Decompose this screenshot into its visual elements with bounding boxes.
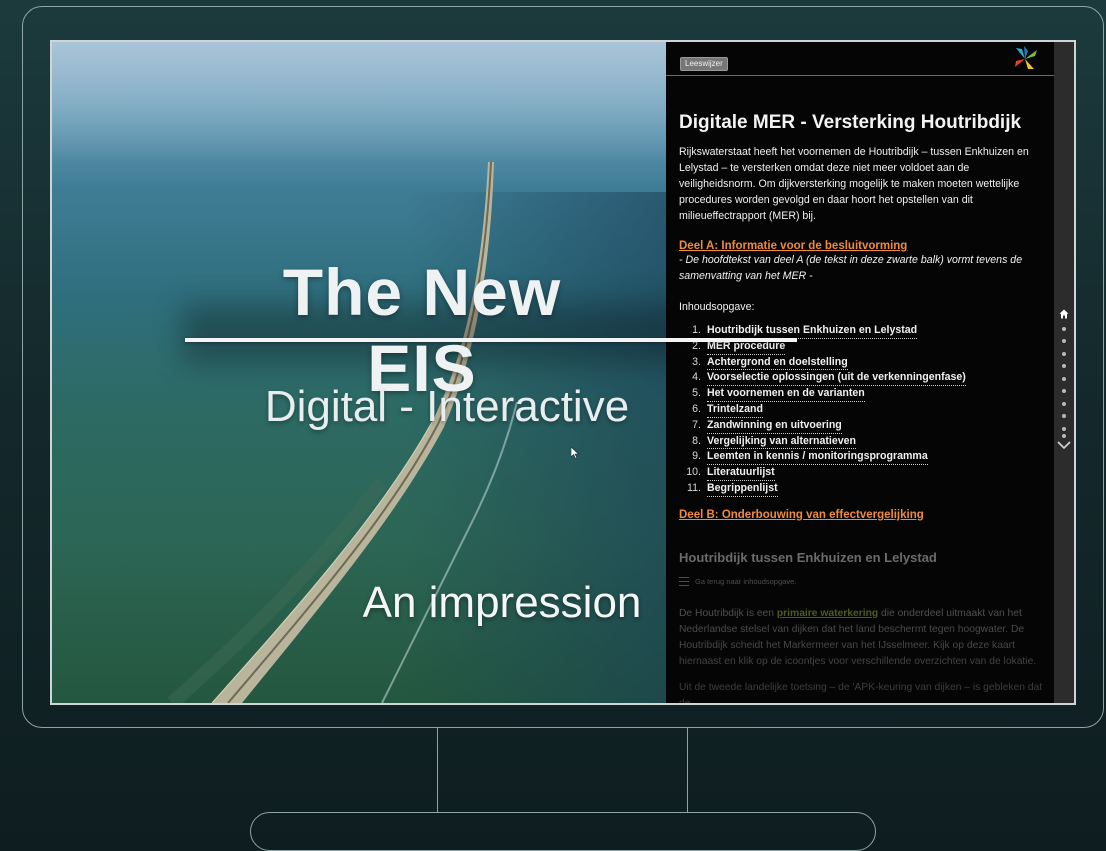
toc-link[interactable]: Begrippenlijst [707, 481, 778, 497]
toc-number: 8. [692, 434, 701, 447]
toc-link[interactable]: Trintelzand [707, 402, 763, 418]
content-panel: Leeswijzer Digitale MER - Versterking Ho… [666, 42, 1054, 703]
part-a-link[interactable]: Deel A: Informatie voor de besluitvormin… [679, 240, 1045, 252]
toc-item[interactable]: 3. Achtergrond en doelstelling [679, 355, 1045, 371]
nav-dot[interactable] [1062, 427, 1066, 431]
toc-number: 9. [692, 450, 701, 463]
toc-number: 10. [686, 466, 701, 479]
chevron-down-icon[interactable] [1057, 440, 1071, 450]
toc-item[interactable]: 9. Leemten in kennis / monitoringsprogram… [679, 449, 1045, 466]
toc-link[interactable]: Houtribdijk tussen Enkhuizen en Lelystad [707, 323, 918, 339]
toc-link[interactable]: Vergelijking van alternatieven [707, 434, 856, 450]
back-to-toc-label[interactable]: Ga terug naar inhoudsopgave. [695, 577, 796, 586]
toc-item[interactable]: 4. Voorselectie oplossingen (uit de verke… [679, 370, 1045, 387]
mouse-cursor-icon [571, 447, 579, 459]
toc-item[interactable]: 8. Vergelijking van alternatieven [679, 434, 1045, 450]
nav-dot[interactable] [1062, 377, 1066, 381]
toc-link[interactable]: Zandwinning en uitvoering [707, 418, 842, 434]
panel-content: Digitale MER - Versterking Houtribdijk R… [679, 112, 1045, 521]
nav-dot[interactable] [1062, 364, 1066, 368]
paragraph-text: De Houtribdijk is een [679, 608, 777, 619]
video-caption: An impression [362, 578, 642, 627]
toc-number: 4. [692, 371, 701, 384]
part-a-note: - De hoofdtekst van deel A (de tekst in … [679, 254, 1023, 282]
monitor-stand-base [250, 812, 876, 851]
table-of-contents: 1. Houtribdijk tussen Enkhuizen en Lelyst… [679, 323, 1045, 497]
section-heading: Houtribdijk tussen Enkhuizen en Lelystad [679, 550, 937, 565]
section-paragraph: De Houtribdijk is een primaire waterkeri… [679, 606, 1047, 670]
toc-link[interactable]: Achtergrond en doelstelling [707, 355, 848, 371]
back-to-toc-link[interactable]: Ga terug naar inhoudsopgave. [679, 577, 1047, 586]
leeswijzer-button[interactable]: Leeswijzer [680, 57, 728, 71]
nav-dot[interactable] [1062, 434, 1066, 438]
toc-link[interactable]: Voorselectie oplossingen (uit de verkenn… [707, 370, 966, 387]
toc-number: 5. [692, 387, 701, 400]
toc-number: 1. [692, 324, 701, 336]
toc-number: 11. [687, 481, 701, 494]
toc-item[interactable]: 10. Literatuurlijst [679, 465, 1045, 481]
primaire-waterkering-link[interactable]: primaire waterkering [777, 608, 878, 619]
list-icon [679, 577, 689, 586]
toc-number: 7. [692, 418, 701, 431]
intro-paragraph: Rijkswaterstaat heeft het voornemen de H… [679, 146, 1029, 222]
toc-item[interactable]: 6. Trintelzand [679, 402, 1045, 418]
home-icon[interactable] [1059, 309, 1069, 319]
nav-dot[interactable] [1062, 327, 1066, 331]
toc-heading: Inhoudsopgave: [679, 301, 755, 313]
nav-dot[interactable] [1062, 339, 1066, 343]
toc-number: 6. [692, 402, 701, 415]
video-subtitle: Digital - Interactive [264, 382, 630, 431]
toc-link[interactable]: Het voornemen en de varianten [707, 386, 865, 402]
nav-dot[interactable] [1062, 352, 1066, 356]
toc-item[interactable]: 11. Begrippenlijst [679, 481, 1045, 497]
toc-number: 3. [692, 355, 701, 368]
monitor-screen: The New EIS Digital - Interactive An imp… [50, 40, 1076, 705]
rijkswaterstaat-logo-icon[interactable] [1010, 45, 1040, 73]
toc-link[interactable]: Literatuurlijst [707, 465, 775, 481]
panel-toolbar: Leeswijzer [666, 42, 1054, 76]
part-b-link[interactable]: Deel B: Onderbouwing van effectvergelijk… [679, 509, 1045, 521]
toc-item[interactable]: 7. Zandwinning en uitvoering [679, 418, 1045, 434]
video-player[interactable]: The New EIS Digital - Interactive An imp… [52, 42, 666, 703]
nav-dot[interactable] [1062, 389, 1066, 393]
page-title: Digitale MER - Versterking Houtribdijk [679, 112, 1022, 133]
nav-dot[interactable] [1062, 414, 1066, 418]
toc-link[interactable]: Leemten in kennis / monitoringsprogramma [707, 449, 928, 466]
section-paragraph: Uit de tweede landelijke toetsing – de '… [679, 682, 1043, 703]
nav-dot[interactable] [1062, 402, 1066, 406]
toc-item[interactable]: 5. Het voornemen en de varianten [679, 386, 1045, 402]
title-divider [185, 338, 797, 342]
monitor-stand-neck [437, 728, 688, 812]
toc-item[interactable]: 1. Houtribdijk tussen Enkhuizen en Lelyst… [679, 323, 1045, 339]
chapter-section: Houtribdijk tussen Enkhuizen en Lelystad… [679, 550, 1047, 703]
section-nav-rail [1054, 42, 1074, 703]
